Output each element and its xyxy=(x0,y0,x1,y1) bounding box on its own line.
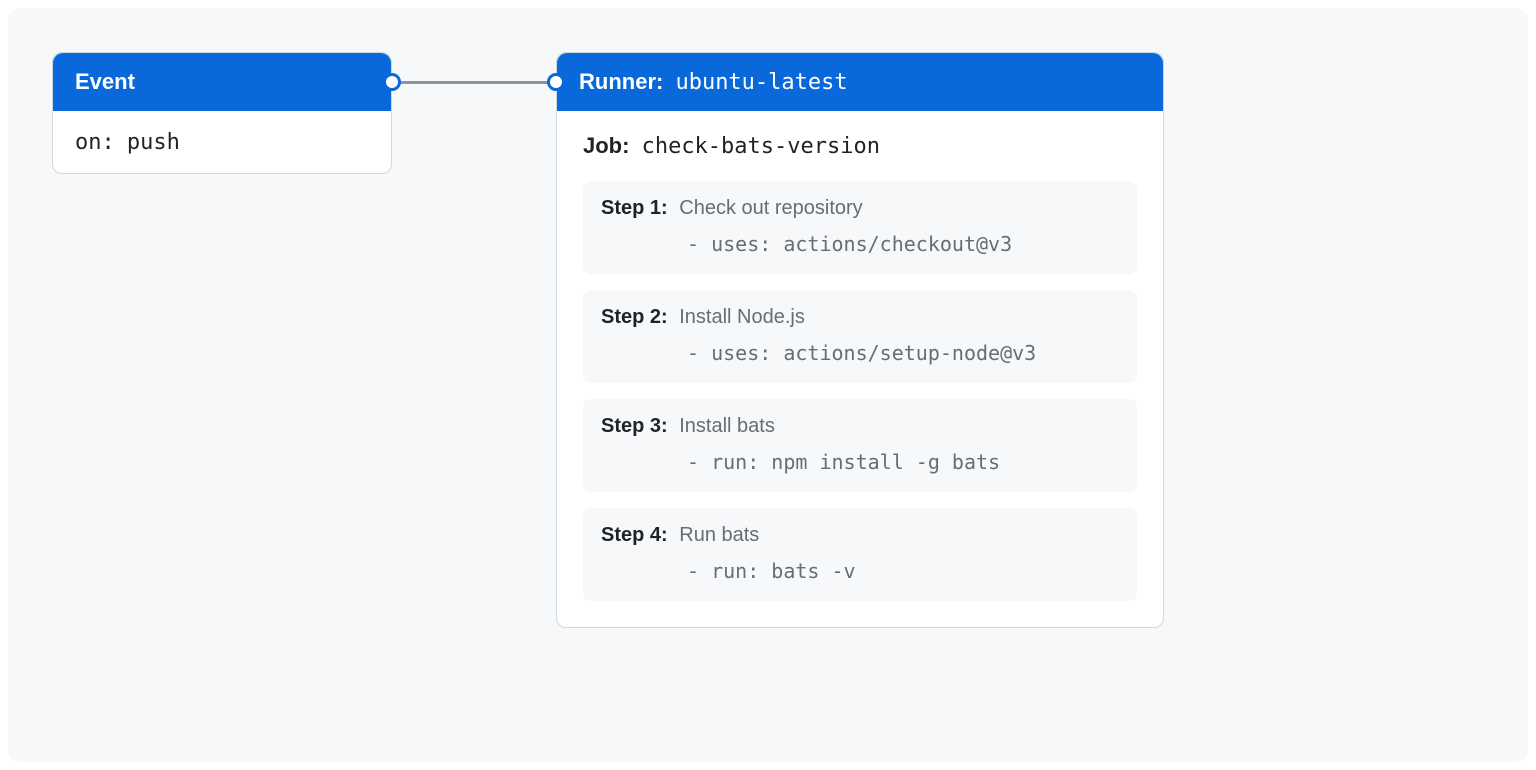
step-1: Step 1: Check out repository - uses: act… xyxy=(583,181,1137,274)
step-2-name: Install Node.js xyxy=(679,306,805,328)
runner-header-value: ubuntu-latest xyxy=(675,70,847,95)
step-4-num: Step 4: xyxy=(601,524,668,546)
job-label: Job: xyxy=(583,133,629,158)
connector-line xyxy=(392,81,556,84)
steps-list: Step 1: Check out repository - uses: act… xyxy=(583,181,1137,601)
step-1-name: Check out repository xyxy=(679,197,862,219)
event-header: Event xyxy=(53,53,391,111)
event-card: Event on: push xyxy=(52,52,392,174)
step-4: Step 4: Run bats - run: bats -v xyxy=(583,508,1137,601)
job-line: Job: check-bats-version xyxy=(583,133,1137,159)
step-2: Step 2: Install Node.js - uses: actions/… xyxy=(583,290,1137,383)
event-header-text: Event xyxy=(75,69,135,94)
step-4-title: Step 4: Run bats xyxy=(601,524,1119,547)
runner-body: Job: check-bats-version Step 1: Check ou… xyxy=(557,111,1163,627)
step-2-title: Step 2: Install Node.js xyxy=(601,306,1119,329)
diagram-canvas: Event on: push Runner: ubuntu-latest Job… xyxy=(8,8,1528,762)
step-3-title: Step 3: Install bats xyxy=(601,415,1119,438)
step-1-num: Step 1: xyxy=(601,197,668,219)
step-4-name: Run bats xyxy=(679,524,759,546)
runner-header-label: Runner: xyxy=(579,69,663,94)
runner-card: Runner: ubuntu-latest Job: check-bats-ve… xyxy=(556,52,1164,628)
job-value: check-bats-version xyxy=(642,134,880,159)
step-1-title: Step 1: Check out repository xyxy=(601,197,1119,220)
step-2-code: - uses: actions/setup-node@v3 xyxy=(601,341,1119,365)
event-on-value: push xyxy=(127,130,180,155)
runner-header: Runner: ubuntu-latest xyxy=(557,53,1163,111)
event-body: on: push xyxy=(53,111,391,173)
connector-dot-left xyxy=(383,73,401,91)
step-3: Step 3: Install bats - run: npm install … xyxy=(583,399,1137,492)
step-2-num: Step 2: xyxy=(601,306,668,328)
step-4-code: - run: bats -v xyxy=(601,559,1119,583)
event-on-label: on: xyxy=(75,130,115,155)
step-1-code: - uses: actions/checkout@v3 xyxy=(601,232,1119,256)
step-3-name: Install bats xyxy=(679,415,775,437)
step-3-code: - run: npm install -g bats xyxy=(601,450,1119,474)
connector-dot-right xyxy=(547,73,565,91)
step-3-num: Step 3: xyxy=(601,415,668,437)
